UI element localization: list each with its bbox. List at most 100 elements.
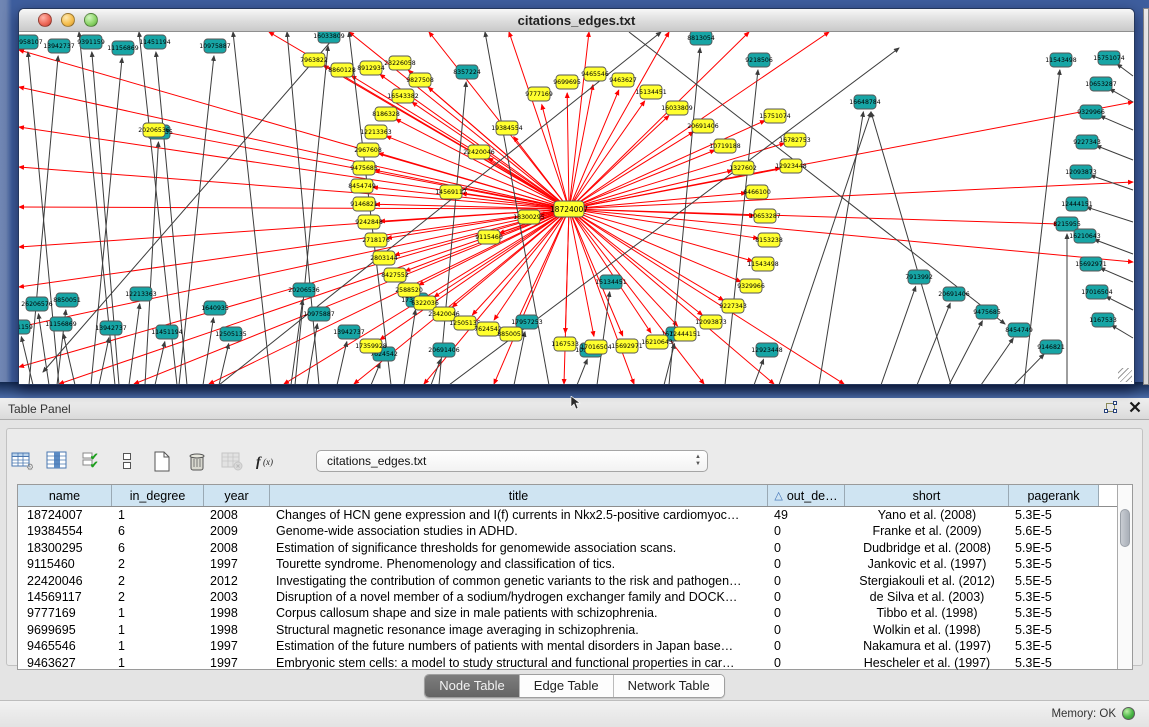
cell-out_de[interactable]: 0 — [768, 540, 845, 556]
new-table-icon[interactable] — [150, 449, 174, 473]
cell-out_de[interactable]: 0 — [768, 523, 845, 539]
cell-year[interactable]: 1997 — [204, 655, 270, 671]
cell-out_de[interactable]: 0 — [768, 573, 845, 589]
column-header-title[interactable]: title — [270, 485, 768, 506]
cell-year[interactable]: 2008 — [204, 540, 270, 556]
cell-title[interactable]: Genome-wide association studies in ADHD. — [270, 523, 768, 539]
cell-out_de[interactable]: 0 — [768, 605, 845, 621]
cell-in_degree[interactable]: 1 — [112, 605, 204, 621]
table-settings-icon[interactable]: ⚙ — [10, 449, 34, 473]
cell-pagerank[interactable]: 5.5E-5 — [1009, 573, 1099, 589]
table-scrollbar[interactable] — [1117, 485, 1132, 669]
table-row[interactable]: 977716911998Corpus callosum shape and si… — [18, 605, 1117, 621]
window-resize-grip[interactable] — [1118, 368, 1132, 382]
column-visibility-icon[interactable] — [45, 449, 69, 473]
cell-name[interactable]: 22420046 — [18, 573, 112, 589]
cell-pagerank[interactable]: 5.3E-5 — [1009, 655, 1099, 671]
network-table-select[interactable]: citations_edges.txt▲▼ — [316, 450, 708, 472]
row-select-icon[interactable]: ✔✔ — [80, 449, 104, 473]
cell-in_degree[interactable]: 1 — [112, 507, 204, 523]
table-row[interactable]: 1872400712008Changes of HCN gene express… — [18, 507, 1117, 523]
cell-title[interactable]: Investigating the contribution of common… — [270, 573, 768, 589]
float-panel-icon[interactable] — [1104, 401, 1117, 416]
cell-short[interactable]: de Silva et al. (2003) — [845, 589, 1009, 605]
column-header-out_de[interactable]: △out_de… — [768, 485, 845, 506]
table-row[interactable]: 946554611997Estimation of the future num… — [18, 638, 1117, 654]
cell-short[interactable]: Wolkin et al. (1998) — [845, 622, 1009, 638]
cell-short[interactable]: Tibbo et al. (1998) — [845, 605, 1009, 621]
cell-out_de[interactable]: 0 — [768, 638, 845, 654]
cell-pagerank[interactable]: 5.3E-5 — [1009, 622, 1099, 638]
cell-name[interactable]: 14569117 — [18, 589, 112, 605]
network-window-titlebar[interactable]: citations_edges.txt — [19, 9, 1134, 32]
function-builder-icon[interactable]: f(x) — [255, 449, 279, 473]
merge-rows-icon[interactable] — [115, 449, 139, 473]
cell-title[interactable]: Estimation of the future numbers of pati… — [270, 638, 768, 654]
cell-out_de[interactable]: 0 — [768, 655, 845, 671]
network-graph[interactable]: 1095810713942737939115911156869114511941… — [19, 32, 1134, 384]
cell-pagerank[interactable]: 5.6E-5 — [1009, 523, 1099, 539]
cell-out_de[interactable]: 49 — [768, 507, 845, 523]
cell-pagerank[interactable]: 5.3E-5 — [1009, 638, 1099, 654]
cell-name[interactable]: 9115460 — [18, 556, 112, 572]
cell-short[interactable]: Franke et al. (2009) — [845, 523, 1009, 539]
cell-title[interactable]: Embryonic stem cells: a model to study s… — [270, 655, 768, 671]
close-panel-icon[interactable] — [1129, 401, 1141, 416]
cell-out_de[interactable]: 0 — [768, 589, 845, 605]
cell-in_degree[interactable]: 6 — [112, 523, 204, 539]
cell-short[interactable]: Nakamura et al. (1997) — [845, 638, 1009, 654]
cell-year[interactable]: 1998 — [204, 622, 270, 638]
cell-year[interactable]: 1998 — [204, 605, 270, 621]
cell-short[interactable]: Hescheler et al. (1997) — [845, 655, 1009, 671]
cell-pagerank[interactable]: 5.3E-5 — [1009, 589, 1099, 605]
cell-name[interactable]: 9777169 — [18, 605, 112, 621]
cell-year[interactable]: 1997 — [204, 638, 270, 654]
cell-out_de[interactable]: 0 — [768, 622, 845, 638]
cell-title[interactable]: Tourette syndrome. Phenomenology and cla… — [270, 556, 768, 572]
column-header-year[interactable]: year — [204, 485, 270, 506]
cell-pagerank[interactable]: 5.3E-5 — [1009, 556, 1099, 572]
tab-edge-table[interactable]: Edge Table — [520, 675, 614, 697]
cell-year[interactable]: 2003 — [204, 589, 270, 605]
table-row[interactable]: 946362711997Embryonic stem cells: a mode… — [18, 655, 1117, 671]
cell-year[interactable]: 1997 — [204, 556, 270, 572]
column-header-name[interactable]: name — [18, 485, 112, 506]
tab-node-table[interactable]: Node Table — [425, 675, 520, 697]
network-window[interactable]: citations_edges.txt 10958107139427379391… — [18, 8, 1135, 385]
import-table-icon[interactable] — [220, 449, 244, 473]
table-row[interactable]: 1938455462009Genome-wide association stu… — [18, 523, 1117, 539]
cell-pagerank[interactable]: 5.3E-5 — [1009, 605, 1099, 621]
cell-in_degree[interactable]: 1 — [112, 655, 204, 671]
cell-in_degree[interactable]: 2 — [112, 556, 204, 572]
table-row[interactable]: 1456911722003Disruption of a novel membe… — [18, 589, 1117, 605]
cell-title[interactable]: Disruption of a novel member of a sodium… — [270, 589, 768, 605]
cell-title[interactable]: Estimation of significance thresholds fo… — [270, 540, 768, 556]
cell-name[interactable]: 9699695 — [18, 622, 112, 638]
cell-year[interactable]: 2008 — [204, 507, 270, 523]
cell-name[interactable]: 9463627 — [18, 655, 112, 671]
cell-name[interactable]: 18300295 — [18, 540, 112, 556]
column-header-pagerank[interactable]: pagerank — [1009, 485, 1099, 506]
column-header-in_degree[interactable]: in_degree — [112, 485, 204, 506]
cell-title[interactable]: Corpus callosum shape and size in male p… — [270, 605, 768, 621]
cell-short[interactable]: Dudbridge et al. (2008) — [845, 540, 1009, 556]
cell-name[interactable]: 18724007 — [18, 507, 112, 523]
cell-in_degree[interactable]: 6 — [112, 540, 204, 556]
cell-pagerank[interactable]: 5.3E-5 — [1009, 507, 1099, 523]
tab-network-table[interactable]: Network Table — [614, 675, 724, 697]
delete-table-icon[interactable] — [185, 449, 209, 473]
table-row[interactable]: 1830029562008Estimation of significance … — [18, 540, 1117, 556]
table-row[interactable]: 911546021997Tourette syndrome. Phenomeno… — [18, 556, 1117, 572]
cell-short[interactable]: Stergiakouli et al. (2012) — [845, 573, 1009, 589]
cell-in_degree[interactable]: 2 — [112, 589, 204, 605]
table-row[interactable]: 969969511998Structural magnetic resonanc… — [18, 622, 1117, 638]
cell-short[interactable]: Yano et al. (2008) — [845, 507, 1009, 523]
cell-name[interactable]: 19384554 — [18, 523, 112, 539]
cell-pagerank[interactable]: 5.9E-5 — [1009, 540, 1099, 556]
cell-out_de[interactable]: 0 — [768, 556, 845, 572]
table-row[interactable]: 2242004622012Investigating the contribut… — [18, 573, 1117, 589]
cell-title[interactable]: Structural magnetic resonance image aver… — [270, 622, 768, 638]
cell-year[interactable]: 2012 — [204, 573, 270, 589]
table-scrollbar-thumb[interactable] — [1120, 509, 1130, 547]
network-canvas[interactable]: 1095810713942737939115911156869114511941… — [19, 32, 1134, 384]
